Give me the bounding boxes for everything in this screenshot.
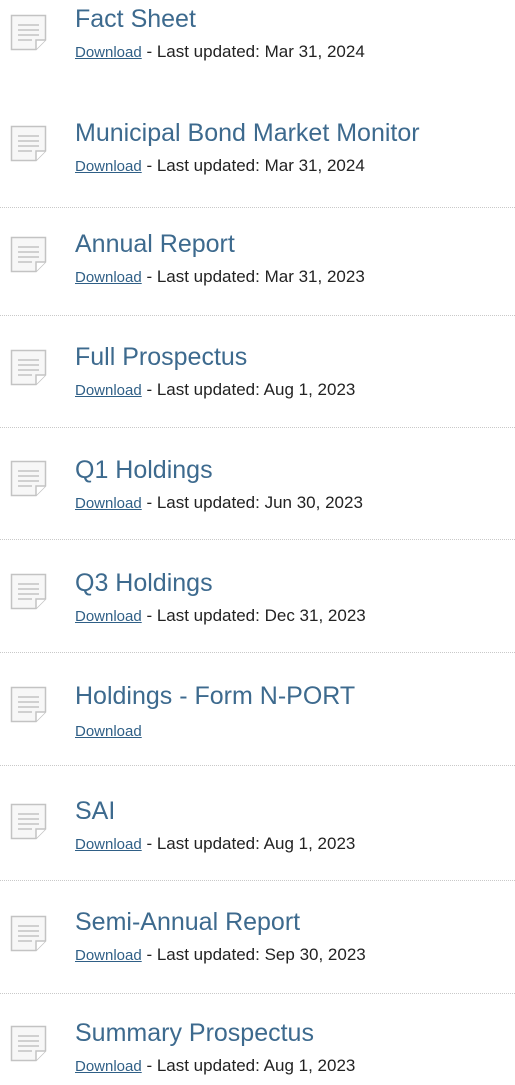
last-updated-date: Mar 31, 2023 (264, 267, 365, 286)
document-icon (10, 1025, 47, 1062)
document-meta: Download - Last updated: Mar 31, 2024 (75, 43, 365, 60)
download-link[interactable]: Download (75, 495, 142, 512)
document-title-link[interactable]: Semi-Annual Report (75, 910, 300, 935)
document-item: Q3 Holdings Download - Last updated: Dec… (0, 545, 515, 653)
last-updated-label: Last updated: (156, 493, 260, 512)
download-link[interactable]: Download (75, 723, 142, 740)
download-link[interactable]: Download (75, 158, 142, 175)
document-icon (10, 460, 47, 497)
last-updated-date: Aug 1, 2023 (263, 380, 356, 399)
meta-separator: - (141, 156, 157, 175)
last-updated-label: Last updated: (156, 267, 260, 286)
document-title-link[interactable]: Q1 Holdings (75, 458, 213, 483)
last-updated-date: Dec 31, 2023 (264, 606, 366, 625)
document-meta: Download - Last updated: Sep 30, 2023 (75, 946, 366, 963)
document-meta: Download (75, 722, 142, 739)
download-link[interactable]: Download (75, 836, 142, 853)
document-title-link[interactable]: Holdings - Form N-PORT (75, 684, 355, 709)
last-updated-date: Jun 30, 2023 (264, 493, 363, 512)
last-updated-date: Mar 31, 2024 (264, 42, 365, 61)
meta-separator: - (141, 945, 157, 964)
document-title-link[interactable]: Annual Report (75, 232, 235, 257)
document-meta: Download - Last updated: Jun 30, 2023 (75, 494, 363, 511)
document-title-link[interactable]: Summary Prospectus (75, 1021, 314, 1046)
last-updated-label: Last updated: (156, 380, 260, 399)
meta-separator: - (141, 606, 157, 625)
document-title-link[interactable]: SAI (75, 799, 115, 824)
download-link[interactable]: Download (75, 947, 142, 964)
document-icon (10, 686, 47, 723)
meta-separator: - (141, 267, 157, 286)
meta-separator: - (141, 42, 157, 61)
document-item: Fact Sheet Download - Last updated: Mar … (0, 0, 515, 108)
last-updated-label: Last updated: (156, 42, 260, 61)
last-updated-label: Last updated: (156, 945, 260, 964)
document-icon (10, 14, 47, 51)
document-meta: Download - Last updated: Aug 1, 2023 (75, 1057, 355, 1074)
download-link[interactable]: Download (75, 1058, 142, 1075)
document-meta: Download - Last updated: Dec 31, 2023 (75, 607, 366, 624)
document-meta: Download - Last updated: Aug 1, 2023 (75, 381, 355, 398)
meta-separator: - (141, 493, 157, 512)
document-list: Fact Sheet Download - Last updated: Mar … (0, 0, 515, 1085)
document-icon (10, 236, 47, 273)
meta-separator: - (141, 1056, 157, 1075)
document-item: Full Prospectus Download - Last updated:… (0, 320, 515, 428)
last-updated-date: Aug 1, 2023 (263, 1056, 356, 1075)
document-title-link[interactable]: Fact Sheet (75, 7, 196, 32)
download-link[interactable]: Download (75, 608, 142, 625)
document-item: Holdings - Form N-PORT Download (0, 658, 515, 766)
document-item: Municipal Bond Market Monitor Download -… (0, 100, 515, 208)
meta-separator: - (141, 834, 157, 853)
document-item: Summary Prospectus Download - Last updat… (0, 996, 515, 1085)
last-updated-date: Mar 31, 2024 (264, 156, 365, 175)
last-updated-label: Last updated: (156, 156, 260, 175)
document-title-link[interactable]: Full Prospectus (75, 345, 247, 370)
download-link[interactable]: Download (75, 44, 142, 61)
last-updated-label: Last updated: (156, 606, 260, 625)
download-link[interactable]: Download (75, 269, 142, 286)
document-item: Semi-Annual Report Download - Last updat… (0, 886, 515, 994)
document-icon (10, 915, 47, 952)
document-item: SAI Download - Last updated: Aug 1, 2023 (0, 773, 515, 881)
download-link[interactable]: Download (75, 382, 142, 399)
document-meta: Download - Last updated: Mar 31, 2024 (75, 157, 365, 174)
document-meta: Download - Last updated: Mar 31, 2023 (75, 268, 365, 285)
last-updated-date: Aug 1, 2023 (263, 834, 356, 853)
document-title-link[interactable]: Municipal Bond Market Monitor (75, 121, 420, 146)
last-updated-label: Last updated: (156, 834, 260, 853)
document-icon (10, 125, 47, 162)
document-meta: Download - Last updated: Aug 1, 2023 (75, 835, 355, 852)
last-updated-label: Last updated: (156, 1056, 260, 1075)
document-icon (10, 349, 47, 386)
document-item: Annual Report Download - Last updated: M… (0, 208, 515, 316)
document-icon (10, 573, 47, 610)
document-icon (10, 803, 47, 840)
document-title-link[interactable]: Q3 Holdings (75, 571, 213, 596)
document-item: Q1 Holdings Download - Last updated: Jun… (0, 432, 515, 540)
last-updated-date: Sep 30, 2023 (264, 945, 366, 964)
meta-separator: - (141, 380, 157, 399)
